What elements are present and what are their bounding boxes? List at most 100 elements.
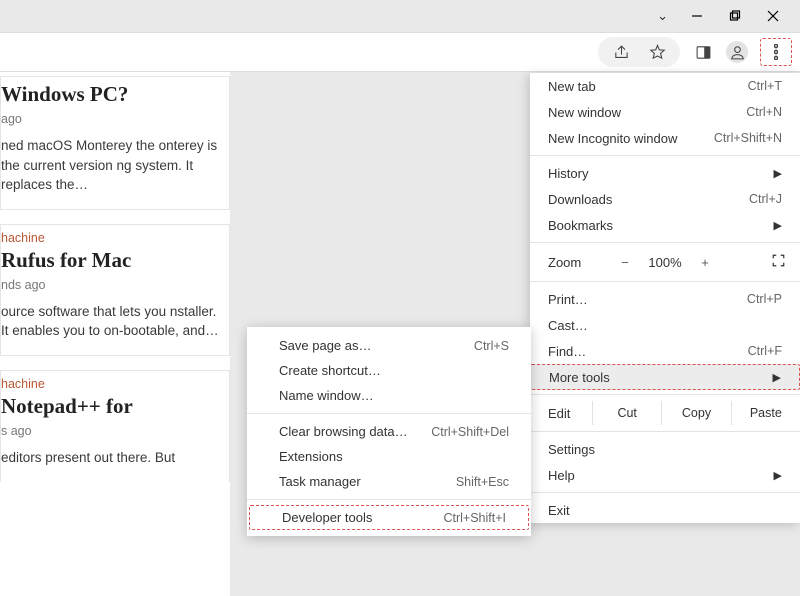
article-body: ource software that lets you nstaller. I… xyxy=(1,302,221,341)
menu-label: Edit xyxy=(530,406,592,421)
chevron-right-icon: ▶ xyxy=(774,219,782,232)
chevron-right-icon: ▶ xyxy=(774,469,782,482)
minimize-button[interactable] xyxy=(688,7,706,25)
submenu-name-window[interactable]: Name window… xyxy=(247,383,531,408)
submenu-save-page[interactable]: Save page as… Ctrl+S xyxy=(247,333,531,358)
article-card[interactable]: hachine Notepad++ for s ago editors pres… xyxy=(0,370,230,482)
article-card[interactable]: Windows PC? ago ned macOS Monterey the o… xyxy=(0,76,230,210)
menu-label: New tab xyxy=(548,79,596,94)
sidepanel-icon[interactable] xyxy=(692,41,714,63)
submenu-clear-browsing[interactable]: Clear browsing data… Ctrl+Shift+Del xyxy=(247,419,531,444)
chevron-down-icon[interactable]: ⌄ xyxy=(657,8,668,24)
menu-label: Downloads xyxy=(548,192,612,207)
menu-shortcut: Ctrl+N xyxy=(746,105,782,119)
window-titlebar: ⌄ xyxy=(0,0,800,32)
menu-shortcut: Ctrl+T xyxy=(748,79,782,93)
fullscreen-icon[interactable] xyxy=(771,253,786,271)
submenu-extensions[interactable]: Extensions xyxy=(247,444,531,469)
menu-shortcut: Ctrl+J xyxy=(749,192,782,206)
menu-label: Zoom xyxy=(548,255,608,270)
submenu-create-shortcut[interactable]: Create shortcut… xyxy=(247,358,531,383)
submenu-shortcut: Ctrl+S xyxy=(474,339,509,353)
article-card[interactable]: hachine Rufus for Mac nds ago ource soft… xyxy=(0,224,230,356)
profile-avatar[interactable] xyxy=(726,41,748,63)
zoom-out-button[interactable]: − xyxy=(608,255,642,270)
share-icon[interactable] xyxy=(610,41,632,63)
more-tools-submenu: Save page as… Ctrl+S Create shortcut… Na… xyxy=(247,327,531,536)
chevron-right-icon: ▶ xyxy=(774,167,782,180)
menu-new-window[interactable]: New window Ctrl+N xyxy=(530,99,800,125)
edit-paste-button[interactable]: Paste xyxy=(731,401,800,425)
menu-separator xyxy=(530,242,800,243)
menu-zoom: Zoom − 100% + xyxy=(530,247,800,277)
submenu-shortcut: Ctrl+Shift+I xyxy=(443,511,506,525)
submenu-separator xyxy=(247,499,531,500)
submenu-label: Extensions xyxy=(279,449,343,464)
menu-label: Bookmarks xyxy=(548,218,613,233)
submenu-developer-tools[interactable]: Developer tools Ctrl+Shift+I xyxy=(249,505,529,530)
menu-downloads[interactable]: Downloads Ctrl+J xyxy=(530,186,800,212)
menu-new-tab[interactable]: New tab Ctrl+T xyxy=(530,73,800,99)
menu-more-tools[interactable]: More tools ▶ xyxy=(530,364,800,390)
menu-settings[interactable]: Settings xyxy=(530,436,800,462)
submenu-label: Save page as… xyxy=(279,338,372,353)
menu-edit: Edit Cut Copy Paste xyxy=(530,399,800,427)
menu-label: History xyxy=(548,166,588,181)
submenu-label: Task manager xyxy=(279,474,361,489)
submenu-label: Developer tools xyxy=(282,510,372,525)
menu-help[interactable]: Help ▶ xyxy=(530,462,800,488)
menu-history[interactable]: History ▶ xyxy=(530,160,800,186)
menu-label: Help xyxy=(548,468,575,483)
article-category: hachine xyxy=(1,377,221,391)
submenu-separator xyxy=(247,413,531,414)
article-byline: s ago xyxy=(1,424,221,438)
menu-separator xyxy=(530,394,800,395)
article-byline: nds ago xyxy=(1,278,221,292)
menu-label: Settings xyxy=(548,442,595,457)
menu-label: Find… xyxy=(548,344,586,359)
submenu-label: Name window… xyxy=(279,388,374,403)
menu-bookmarks[interactable]: Bookmarks ▶ xyxy=(530,212,800,238)
star-icon[interactable] xyxy=(646,41,668,63)
close-button[interactable] xyxy=(764,7,782,25)
article-body: editors present out there. But xyxy=(1,448,221,468)
menu-cast[interactable]: Cast… xyxy=(530,312,800,338)
menu-label: New Incognito window xyxy=(548,131,677,146)
menu-separator xyxy=(530,281,800,282)
zoom-in-button[interactable]: + xyxy=(688,255,722,270)
menu-find[interactable]: Find… Ctrl+F xyxy=(530,338,800,364)
submenu-shortcut: Shift+Esc xyxy=(456,475,509,489)
article-byline: ago xyxy=(1,112,221,126)
article-title: Rufus for Mac xyxy=(1,249,221,272)
submenu-label: Create shortcut… xyxy=(279,363,381,378)
zoom-level: 100% xyxy=(642,255,688,270)
menu-label: Print… xyxy=(548,292,588,307)
submenu-task-manager[interactable]: Task manager Shift+Esc xyxy=(247,469,531,494)
menu-separator xyxy=(530,431,800,432)
article-body: ned macOS Monterey the onterey is the cu… xyxy=(1,136,221,195)
kebab-menu-highlight xyxy=(760,38,792,66)
submenu-shortcut: Ctrl+Shift+Del xyxy=(431,425,509,439)
kebab-menu-icon[interactable] xyxy=(765,41,787,63)
menu-label: Cast… xyxy=(548,318,588,333)
page-content: Windows PC? ago ned macOS Monterey the o… xyxy=(0,72,230,596)
menu-shortcut: Ctrl+P xyxy=(747,292,782,306)
article-title: Notepad++ for xyxy=(1,395,221,418)
menu-exit[interactable]: Exit xyxy=(530,497,800,523)
maximize-button[interactable] xyxy=(726,7,744,25)
menu-shortcut: Ctrl+Shift+N xyxy=(714,131,782,145)
chrome-main-menu: New tab Ctrl+T New window Ctrl+N New Inc… xyxy=(530,73,800,523)
menu-incognito[interactable]: New Incognito window Ctrl+Shift+N xyxy=(530,125,800,151)
menu-label: More tools xyxy=(549,370,610,385)
menu-label: New window xyxy=(548,105,621,120)
browser-toolbar xyxy=(0,32,800,72)
menu-shortcut: Ctrl+F xyxy=(748,344,782,358)
menu-separator xyxy=(530,155,800,156)
submenu-label: Clear browsing data… xyxy=(279,424,408,439)
menu-print[interactable]: Print… Ctrl+P xyxy=(530,286,800,312)
chevron-right-icon: ▶ xyxy=(773,371,781,384)
article-title: Windows PC? xyxy=(1,83,221,106)
edit-cut-button[interactable]: Cut xyxy=(592,401,661,425)
omnibox-actions xyxy=(598,37,680,67)
edit-copy-button[interactable]: Copy xyxy=(661,401,730,425)
